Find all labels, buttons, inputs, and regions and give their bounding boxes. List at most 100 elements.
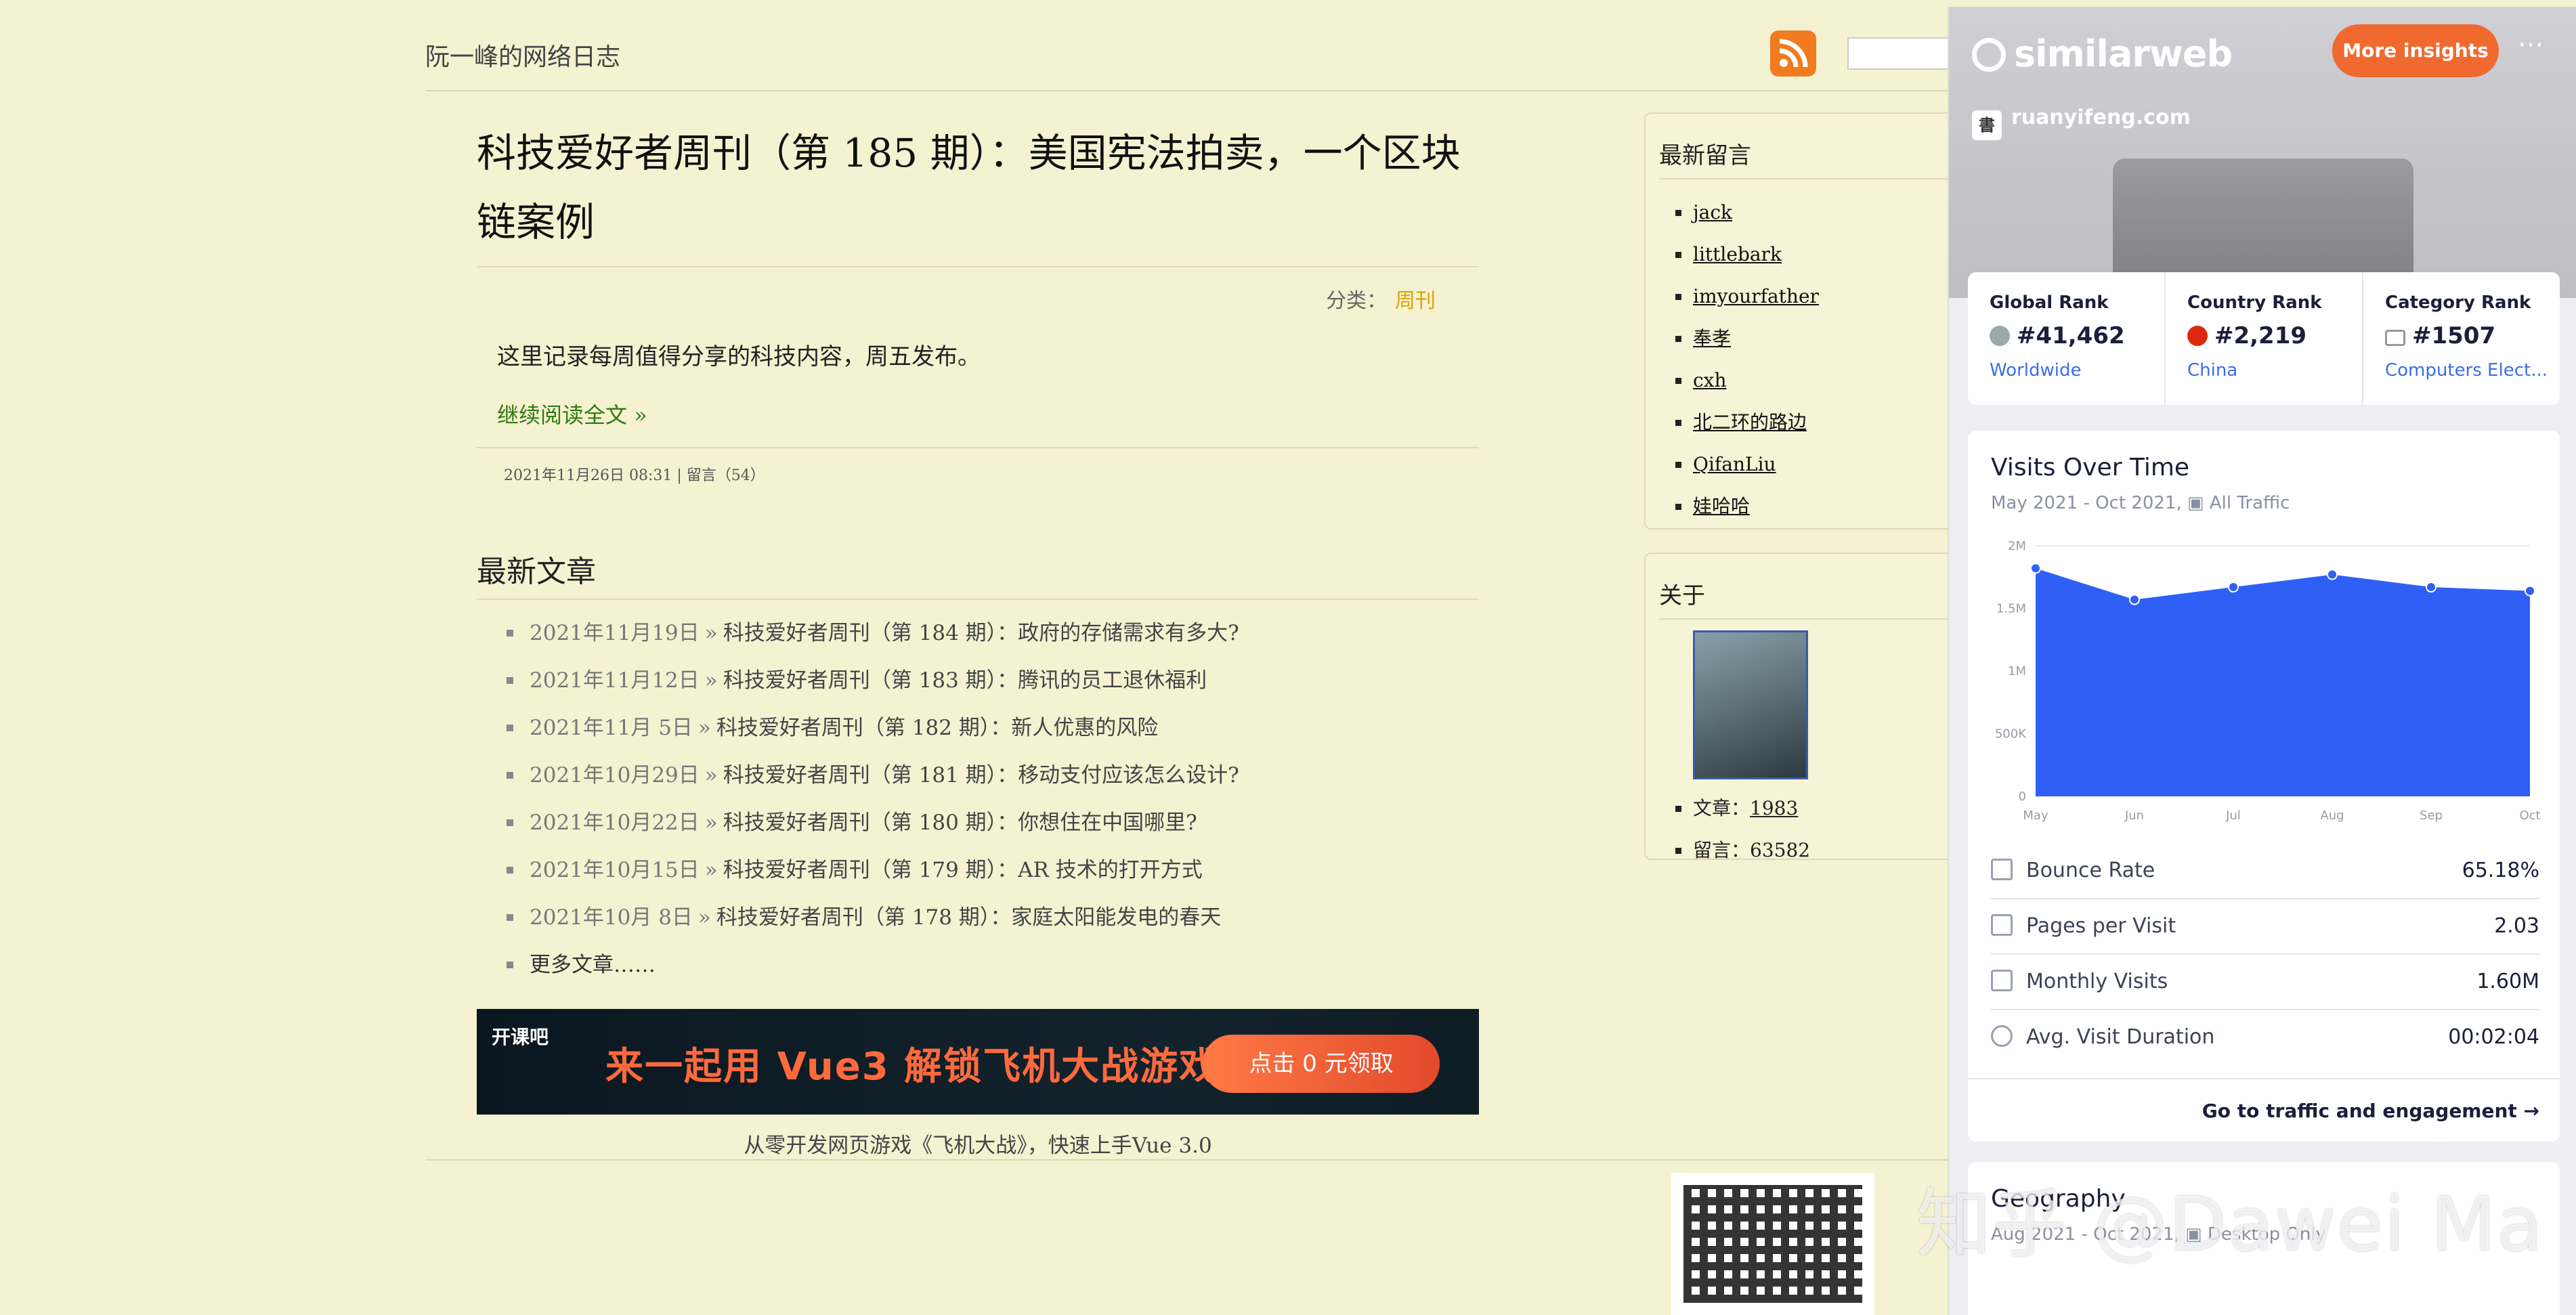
country-rank: Country Rank #2,219 China [2166,272,2363,405]
calendar-icon [1991,970,2013,991]
about-stats: 文章：1983 留言：63582 [1675,788,1968,871]
banner-text: 来一起用 Vue3 解锁飞机大战游戏 [605,1045,1219,1089]
commenters-list: jack littlebark imyourfather 奉孝 cxh 北二环的… [1675,192,1968,527]
visits-point [2525,585,2535,597]
comment-count: 留言：63582 [1675,829,1968,871]
rank-card: Global Rank #41,462 Worldwide Country Ra… [1968,272,2560,405]
commenter-link[interactable]: 娃哈哈 [1693,495,1750,517]
list-item: 2021年10月 8日» 科技爱好者周刊（第 178 期）：家庭太阳能发电的春天 [477,894,1479,941]
article-count-link[interactable]: 1983 [1750,797,1798,819]
visits-point [2228,582,2239,593]
ad-banner[interactable]: 开课吧 来一起用 Vue3 解锁飞机大战游戏 点击 0 元领取 [477,1009,1479,1115]
more-articles-link[interactable]: 更多文章…… [477,941,1479,989]
y-tick-label: 1.5M [1996,602,2026,616]
x-tick-label: Aug [2320,809,2344,823]
visits-point [2129,594,2140,605]
traffic-engagement-link[interactable]: Go to traffic and engagement → [1968,1078,2560,1142]
read-more-link[interactable]: 继续阅读全文 » [497,398,1479,429]
category-link[interactable]: 周刊 [1395,289,1436,313]
list-item: 2021年10月15日» 科技爱好者周刊（第 179 期）：AR 技术的打开方式 [477,846,1479,894]
article-link[interactable]: 科技爱好者周刊（第 183 期）：腾讯的员工退休福利 [723,668,1207,693]
meta-comments-link[interactable]: 留言（54） [687,467,765,484]
banner-logo: 开课吧 [492,1026,549,1048]
more-options-icon[interactable]: ··· [2518,30,2543,61]
y-tick-label: 2M [2008,539,2026,553]
watermark: 知乎 @Dawei Ma [1916,1181,2544,1268]
pages-per-visit-row: Pages per Visit 2.03 [1991,899,2539,955]
visits-title: Visits Over Time [1991,454,2190,481]
list-item: jack [1675,192,1968,234]
commenter-link[interactable]: imyourfather [1693,285,1819,307]
article-link[interactable]: 科技爱好者周刊（第 180 期）：你想住在中国哪里? [723,811,1197,835]
visits-point [2030,563,2041,574]
list-item: 北二环的路边 [1675,402,1968,444]
category-label: 分类： [1326,289,1387,313]
latest-articles-list: 2021年11月19日» 科技爱好者周刊（第 184 期）：政府的存储需求有多大?… [477,609,1479,989]
clock-icon [1991,1025,2013,1047]
about-title: 关于 [1659,577,1957,620]
visits-point [2426,582,2437,593]
x-tick-label: May [2023,809,2048,823]
meta-date: 2021年11月26日 08:31 [504,467,672,484]
meta-separator: | [677,467,682,484]
article-link[interactable]: 科技爱好者周刊（第 184 期）：政府的存储需求有多大? [723,621,1239,645]
favicon-icon: 書 [1972,110,2002,140]
article-meta: 2021年11月26日 08:31 | 留言（54） [477,447,1479,500]
category-rank: Category Rank #1507 Computers Elect... [2363,272,2560,405]
article-link[interactable]: 科技爱好者周刊（第 181 期）：移动支付应该怎么设计? [723,763,1239,788]
banner-claim-button[interactable]: 点击 0 元领取 [1203,1035,1440,1093]
x-tick-label: Jun [2124,809,2144,823]
visits-subtitle: May 2021 - Oct 2021, ▣ All Traffic [1991,493,2290,513]
footer-divider [425,1159,1983,1161]
traffic-icon: ▣ [2187,493,2204,513]
article: 科技爱好者周刊（第 185 期）：美国宪法拍卖，一个区块链案例 分类： 周刊 这里… [477,118,1479,1159]
recent-comments-box: 最新留言 jack littlebark imyourfather 奉孝 cxh… [1644,112,1969,530]
monthly-visits-row: Monthly Visits 1.60M [1991,955,2539,1010]
pages-icon [1991,914,2013,936]
banner-caption-link[interactable]: 从零开发网页游戏《飞机大战》，快速上手Vue 3.0 [477,1128,1479,1159]
visits-point [2327,569,2338,580]
y-tick-label: 500K [1995,727,2027,741]
commenter-link[interactable]: 奉孝 [1693,327,1731,349]
x-tick-label: Jul [2225,809,2241,823]
category-rank-link[interactable]: Computers Elect... [2385,360,2552,381]
visits-chart: 0 500K 1M 1.5M 2M May Jun Jul Aug Sep Oct [1995,539,2541,823]
list-item: 2021年11月12日» 科技爱好者周刊（第 183 期）：腾讯的员工退休福利 [477,657,1479,704]
commenter-link[interactable]: QifanLiu [1693,453,1776,475]
list-item: imyourfather [1675,276,1968,318]
y-tick-label: 0 [2019,790,2026,804]
category-icon [2385,330,2405,346]
article-summary: 这里记录每周值得分享的科技内容，周五发布。 [497,343,981,370]
bounce-rate-row: Bounce Rate 65.18% [1991,844,2539,899]
commenter-link[interactable]: cxh [1693,369,1727,391]
commenter-link[interactable]: littlebark [1693,243,1782,265]
more-insights-button[interactable]: More insights [2332,24,2499,77]
article-link[interactable]: 科技爱好者周刊（第 179 期）：AR 技术的打开方式 [723,858,1203,882]
list-item: littlebark [1675,234,1968,276]
list-item: 2021年10月22日» 科技爱好者周刊（第 180 期）：你想住在中国哪里? [477,799,1479,846]
article-link[interactable]: 科技爱好者周刊（第 178 期）：家庭太阳能发电的春天 [716,905,1221,930]
site-title[interactable]: 阮一峰的网络日志 [425,37,620,72]
global-rank: Global Rank #41,462 Worldwide [1968,272,2166,405]
global-rank-link[interactable]: Worldwide [1990,360,2156,381]
list-item: 娃哈哈 [1675,486,1968,527]
about-box: 关于 文章：1983 留言：63582 [1644,553,1969,861]
bounce-rate-icon [1991,859,2013,880]
visits-area [2036,568,2530,796]
commenter-link[interactable]: 北二环的路边 [1693,411,1807,433]
site-domain: 書 ruanyifeng.com [1972,106,2191,140]
list-item: 奉孝 [1675,318,1968,360]
commenter-link[interactable]: jack [1693,201,1732,223]
article-count: 文章：1983 [1675,788,1968,829]
visit-duration-row: Avg. Visit Duration 00:02:04 [1991,1010,2539,1066]
rss-icon[interactable] [1770,30,1816,77]
article-link[interactable]: 科技爱好者周刊（第 182 期）：新人优惠的风险 [716,716,1158,740]
article-title[interactable]: 科技爱好者周刊（第 185 期）：美国宪法拍卖，一个区块链案例 [477,118,1479,267]
list-item: 2021年11月19日» 科技爱好者周刊（第 184 期）：政府的存储需求有多大? [477,609,1479,657]
visits-card: Visits Over Time May 2021 - Oct 2021, ▣ … [1968,431,2560,1142]
china-flag-icon [2187,326,2208,346]
country-rank-link[interactable]: China [2187,360,2354,381]
qr-code [1671,1173,1874,1315]
similarweb-logo-icon [1972,38,2006,72]
list-item: 2021年11月 5日» 科技爱好者周刊（第 182 期）：新人优惠的风险 [477,704,1479,752]
